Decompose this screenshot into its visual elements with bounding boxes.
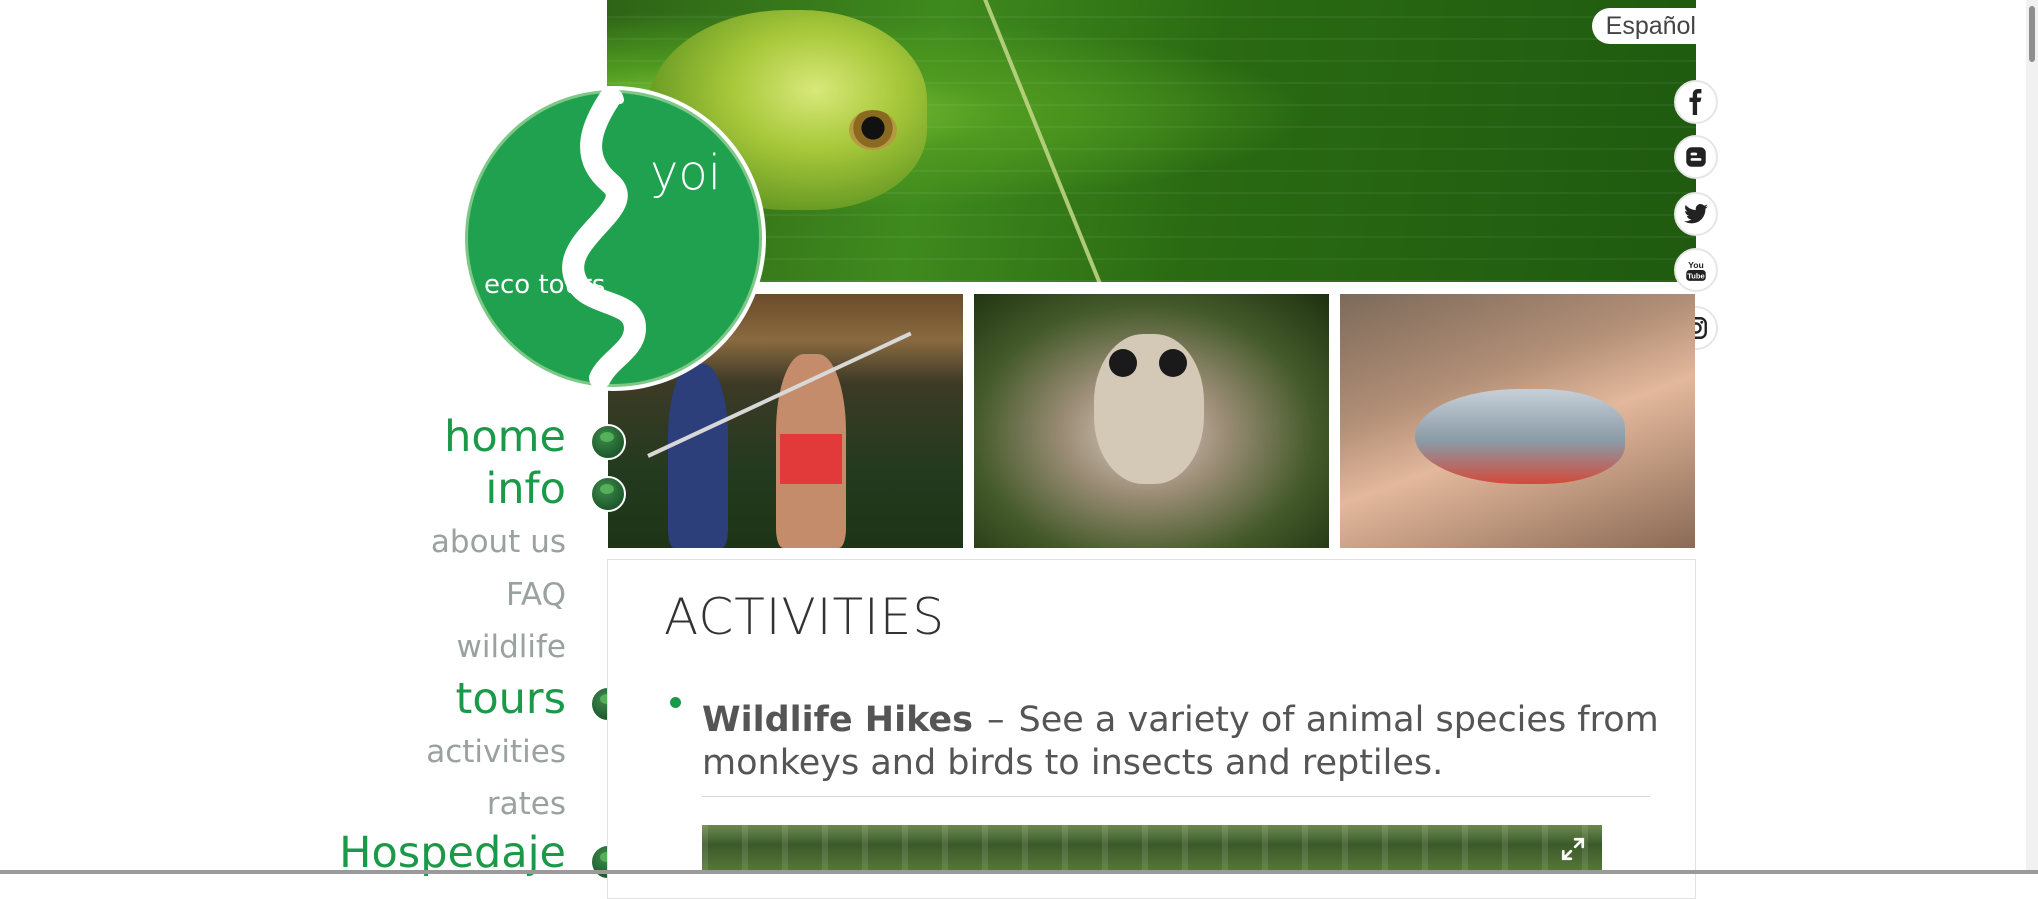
svg-text:You: You: [1688, 260, 1704, 270]
twitter-icon[interactable]: [1674, 192, 1718, 236]
piranha-photo: [1340, 294, 1695, 548]
nav-info[interactable]: info: [485, 464, 566, 514]
activity-item: Wildlife Hikes – See a variety of animal s…: [702, 699, 1662, 785]
nav-wildlife[interactable]: wildlife: [457, 629, 566, 665]
opossum-eye: [1109, 349, 1137, 377]
frog-eye: [849, 110, 897, 150]
nav-rates[interactable]: rates: [487, 786, 566, 822]
language-switch-button[interactable]: Español: [1592, 8, 1696, 44]
nav-home[interactable]: home: [444, 412, 566, 462]
activity-title: Wildlife Hikes: [702, 700, 973, 740]
scrollbar[interactable]: [2026, 0, 2038, 874]
piranha-fish: [1415, 389, 1625, 484]
nav-faq[interactable]: FAQ: [506, 577, 566, 613]
scrollbar-thumb[interactable]: [2029, 6, 2035, 62]
bottom-border: [0, 870, 2038, 874]
blogger-icon[interactable]: [1674, 135, 1718, 179]
page-title: ACTIVITIES: [664, 588, 946, 646]
logo-text-yoi: yoi: [650, 145, 722, 201]
globe-icon: [590, 424, 626, 460]
person-figure: [668, 364, 728, 548]
nav-about-us[interactable]: about us: [431, 524, 566, 560]
nav-tours[interactable]: tours: [455, 674, 566, 724]
nav-activities[interactable]: activities: [426, 734, 566, 770]
red-shorts: [780, 434, 842, 484]
globe-icon: [590, 476, 626, 512]
youtube-icon[interactable]: You Tube: [1674, 248, 1718, 292]
logo-text-eco-tours: eco tours: [484, 270, 606, 300]
divider: [702, 796, 1650, 797]
facebook-icon[interactable]: [1674, 80, 1718, 124]
svg-text:Tube: Tube: [1687, 272, 1705, 281]
list-bullet: [670, 697, 681, 708]
opossum-eye: [1159, 349, 1187, 377]
opossum-photo: [974, 294, 1329, 548]
snake-logo-icon: [562, 88, 647, 388]
expand-icon[interactable]: [1560, 836, 1586, 862]
activity-separator: –: [987, 700, 1005, 740]
activity-photo[interactable]: [702, 825, 1602, 874]
hero-banner-image: [607, 0, 1696, 282]
